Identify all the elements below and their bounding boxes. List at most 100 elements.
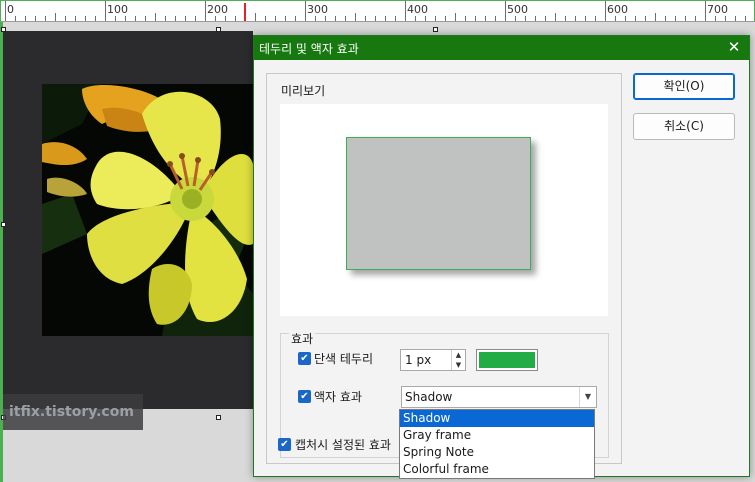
ruler-tick xyxy=(225,16,226,21)
ruler-tick xyxy=(625,16,626,21)
dialog-titlebar[interactable]: 테두리 및 액자 효과 ✕ xyxy=(254,36,749,60)
solid-border-label[interactable]: 단색 테두리 xyxy=(314,350,373,367)
ruler-tick xyxy=(235,16,236,21)
ruler-tick xyxy=(365,16,366,21)
frame-effect-selected: Shadow xyxy=(405,390,453,404)
chevron-down-icon[interactable]: ▼ xyxy=(579,387,596,407)
ruler-label: 200 xyxy=(207,3,228,16)
border-width-value: 1 px xyxy=(405,353,432,367)
ruler-tick xyxy=(525,16,526,21)
ruler-tick xyxy=(335,16,336,21)
border-color-swatch[interactable] xyxy=(476,349,538,371)
ruler-tick xyxy=(95,16,96,21)
ruler-tick xyxy=(725,16,726,21)
resize-handle[interactable] xyxy=(216,27,221,32)
resize-handle[interactable] xyxy=(433,27,438,32)
dropdown-option-gray-frame[interactable]: Gray frame xyxy=(400,427,594,444)
ruler-tick xyxy=(565,16,566,21)
ruler-tick xyxy=(445,16,446,21)
frame-effect-select[interactable]: Shadow ▼ xyxy=(401,386,597,408)
ruler-tick xyxy=(305,1,306,21)
dialog-title: 테두리 및 액자 효과 xyxy=(259,42,359,56)
ruler-tick xyxy=(615,16,616,21)
ruler-tick xyxy=(175,16,176,21)
ruler-tick xyxy=(55,13,56,21)
chevron-up-icon[interactable]: ▲ xyxy=(452,350,465,360)
ruler-tick xyxy=(415,16,416,21)
ruler-tick xyxy=(35,16,36,21)
ruler-tick xyxy=(555,13,556,21)
ruler-tick xyxy=(735,16,736,21)
resize-handle[interactable] xyxy=(1,27,6,32)
ruler-tick xyxy=(285,16,286,21)
ruler-tick xyxy=(135,16,136,21)
frame-effect-label[interactable]: 액자 효과 xyxy=(314,388,362,405)
ok-button[interactable]: 확인(O) xyxy=(633,73,735,100)
close-icon[interactable]: ✕ xyxy=(725,38,743,56)
ruler-tick xyxy=(405,1,406,21)
ruler-tick xyxy=(485,16,486,21)
ruler-label: 700 xyxy=(707,3,728,16)
image-frame[interactable] xyxy=(3,31,253,409)
watermark-text: itfix.tistory.com xyxy=(3,394,143,430)
ruler-tick xyxy=(655,13,656,21)
ruler-tick xyxy=(455,13,456,21)
ruler-tick xyxy=(155,13,156,21)
ruler-tick xyxy=(255,13,256,21)
ruler-tick xyxy=(15,16,16,21)
ruler-tick xyxy=(535,16,536,21)
stepper-buttons: ▲ ▼ xyxy=(451,350,465,370)
ruler-tick xyxy=(495,16,496,21)
ruler-tick xyxy=(715,16,716,21)
lily-photo xyxy=(42,84,253,336)
ruler-tick xyxy=(645,16,646,21)
ruler-tick xyxy=(75,16,76,21)
ruler-tick xyxy=(295,16,296,21)
ruler-tick xyxy=(435,16,436,21)
ruler-label: 500 xyxy=(507,3,528,16)
ruler-tick xyxy=(355,13,356,21)
ruler-tick xyxy=(145,16,146,21)
ruler-tick xyxy=(665,16,666,21)
ruler-tick xyxy=(115,16,116,21)
horizontal-ruler: 0 100 200 300 400 500 600 700 xyxy=(0,0,755,22)
ruler-label: 600 xyxy=(607,3,628,16)
resize-handle[interactable] xyxy=(1,222,6,227)
dropdown-option-shadow[interactable]: Shadow xyxy=(400,410,594,427)
ruler-tick xyxy=(515,16,516,21)
ruler-tick xyxy=(185,16,186,21)
capture-effect-checkbox[interactable]: ✔ xyxy=(278,438,291,451)
capture-effect-label[interactable]: 캡처시 설정된 효과 xyxy=(295,436,391,453)
preview-sample xyxy=(346,137,531,270)
ruler-tick xyxy=(275,16,276,21)
ruler-label: 300 xyxy=(307,3,328,16)
preview-area xyxy=(280,104,608,316)
ruler-tick xyxy=(425,16,426,21)
ruler-tick xyxy=(205,1,206,21)
ruler-tick xyxy=(505,1,506,21)
ruler-tick xyxy=(585,16,586,21)
ruler-tick xyxy=(575,16,576,21)
ruler-tick xyxy=(595,16,596,21)
frame-effect-checkbox[interactable]: ✔ xyxy=(298,390,311,403)
dropdown-option-colorful-frame[interactable]: Colorful frame xyxy=(400,461,594,478)
ruler-tick xyxy=(705,1,706,21)
ruler-tick xyxy=(315,16,316,21)
resize-handle[interactable] xyxy=(216,415,221,420)
settings-panel: 미리보기 효과 ✔ 단색 테두리 1 px ▲ ▼ ✔ 액자 효과 Shadow xyxy=(266,73,622,464)
color-fill xyxy=(479,352,535,368)
ruler-tick xyxy=(695,16,696,21)
ruler-tick xyxy=(395,16,396,21)
ruler-tick xyxy=(675,16,676,21)
ruler-tick xyxy=(195,16,196,21)
ruler-tick xyxy=(125,16,126,21)
ruler-tick xyxy=(545,16,546,21)
preview-label: 미리보기 xyxy=(281,84,326,98)
chevron-down-icon[interactable]: ▼ xyxy=(452,360,465,370)
ruler-tick xyxy=(85,16,86,21)
ruler-tick xyxy=(5,1,6,21)
cancel-button[interactable]: 취소(C) xyxy=(633,113,735,140)
solid-border-checkbox[interactable]: ✔ xyxy=(298,352,311,365)
border-width-stepper[interactable]: 1 px ▲ ▼ xyxy=(400,349,466,371)
dropdown-option-spring-note[interactable]: Spring Note xyxy=(400,444,594,461)
